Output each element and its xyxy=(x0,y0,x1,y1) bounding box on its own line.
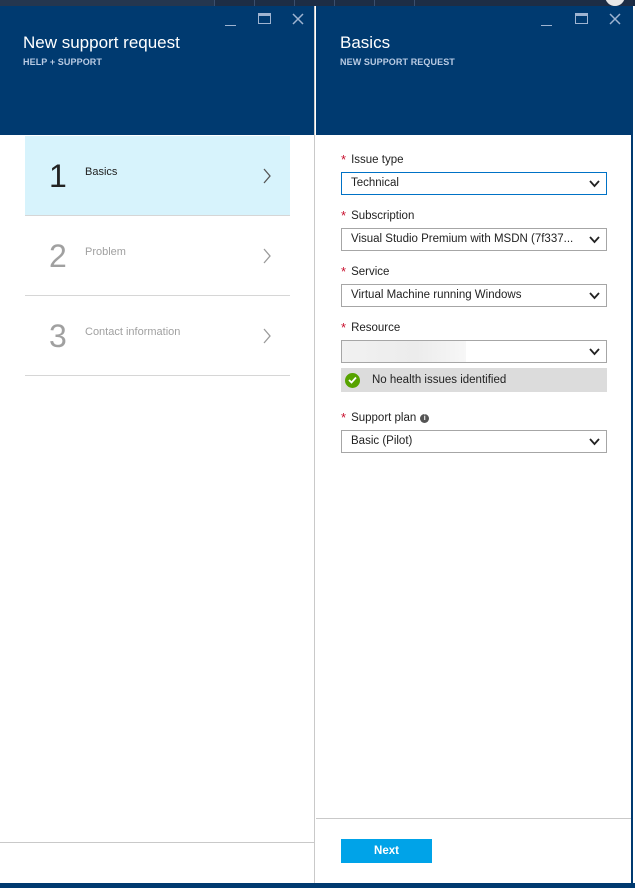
footer-divider xyxy=(316,818,631,819)
basics-form: * Issue type Technical * Subscription Vi… xyxy=(341,152,607,466)
select-value: Basic (Pilot) xyxy=(351,435,413,447)
basics-blade: Basics NEW SUPPORT REQUEST * Issue type … xyxy=(316,6,633,888)
redacted-value xyxy=(342,341,466,362)
required-marker: * xyxy=(341,152,347,167)
service-select[interactable]: Virtual Machine running Windows xyxy=(341,284,607,307)
issue-type-select[interactable]: Technical xyxy=(341,172,607,195)
field-label: * Resource xyxy=(341,320,607,336)
chevron-down-icon xyxy=(589,348,600,356)
select-value: Virtual Machine running Windows xyxy=(351,289,522,301)
blade-title: Basics xyxy=(340,33,391,52)
chevron-down-icon xyxy=(589,236,600,244)
step-label: Contact information xyxy=(85,326,181,338)
service-label: Service xyxy=(351,266,390,278)
chevron-right-icon xyxy=(263,328,271,344)
subscription-field: * Subscription Visual Studio Premium wit… xyxy=(341,208,607,251)
field-label: * Support plan i xyxy=(341,410,607,426)
close-icon[interactable] xyxy=(291,12,307,26)
maximize-icon[interactable] xyxy=(258,13,271,24)
minimize-icon[interactable] xyxy=(222,12,238,26)
next-button[interactable]: Next xyxy=(341,839,432,863)
chevron-right-icon xyxy=(263,248,271,264)
field-label: * Subscription xyxy=(341,208,607,224)
close-icon[interactable] xyxy=(608,12,624,26)
required-marker: * xyxy=(341,264,347,279)
resource-field: * Resource No health issues identified xyxy=(341,320,607,392)
select-value: Technical xyxy=(351,177,399,189)
footer-divider xyxy=(0,842,314,843)
wizard-steps: 1 Basics 2 Problem 3 Contact information xyxy=(25,136,290,376)
issue-type-label: Issue type xyxy=(351,154,404,166)
step-label: Basics xyxy=(85,166,118,178)
resource-select[interactable] xyxy=(341,340,607,363)
required-marker: * xyxy=(341,208,347,223)
chevron-down-icon xyxy=(589,438,600,446)
maximize-icon[interactable] xyxy=(575,13,588,24)
issue-type-field: * Issue type Technical xyxy=(341,152,607,195)
service-field: * Service Virtual Machine running Window… xyxy=(341,264,607,307)
info-icon[interactable]: i xyxy=(420,413,430,423)
blade-subtitle: HELP + SUPPORT xyxy=(23,57,103,67)
step-number: 1 xyxy=(49,158,67,194)
new-support-request-blade: New support request HELP + SUPPORT 1 Bas… xyxy=(0,6,315,888)
resource-label: Resource xyxy=(351,322,401,334)
step-basics[interactable]: 1 Basics xyxy=(25,136,290,216)
chevron-down-icon xyxy=(589,292,600,300)
blade-header: Basics NEW SUPPORT REQUEST xyxy=(316,6,631,135)
step-problem[interactable]: 2 Problem xyxy=(25,216,290,296)
health-message: No health issues identified xyxy=(372,374,507,386)
check-icon xyxy=(345,372,360,388)
field-label: * Service xyxy=(341,264,607,280)
required-marker: * xyxy=(341,320,347,335)
subscription-select[interactable]: Visual Studio Premium with MSDN (7f337..… xyxy=(341,228,607,251)
subscription-label: Subscription xyxy=(351,210,415,222)
step-number: 3 xyxy=(49,318,67,354)
blade-title: New support request xyxy=(23,33,180,52)
step-contact-information[interactable]: 3 Contact information xyxy=(25,296,290,376)
support-plan-label: Support plan xyxy=(351,412,417,424)
health-status: No health issues identified xyxy=(341,368,607,392)
select-value: Visual Studio Premium with MSDN (7f337..… xyxy=(351,233,574,245)
blade-header: New support request HELP + SUPPORT xyxy=(0,6,314,135)
field-label: * Issue type xyxy=(341,152,607,168)
minimize-icon[interactable] xyxy=(538,12,554,26)
chevron-down-icon xyxy=(589,180,600,188)
support-plan-select[interactable]: Basic (Pilot) xyxy=(341,430,607,453)
bottom-bar xyxy=(0,883,635,888)
step-label: Problem xyxy=(85,246,126,258)
step-number: 2 xyxy=(49,238,67,274)
required-marker: * xyxy=(341,410,347,425)
chevron-right-icon xyxy=(263,168,271,184)
blade-subtitle: NEW SUPPORT REQUEST xyxy=(340,57,455,67)
support-plan-field: * Support plan i Basic (Pilot) xyxy=(341,410,607,453)
